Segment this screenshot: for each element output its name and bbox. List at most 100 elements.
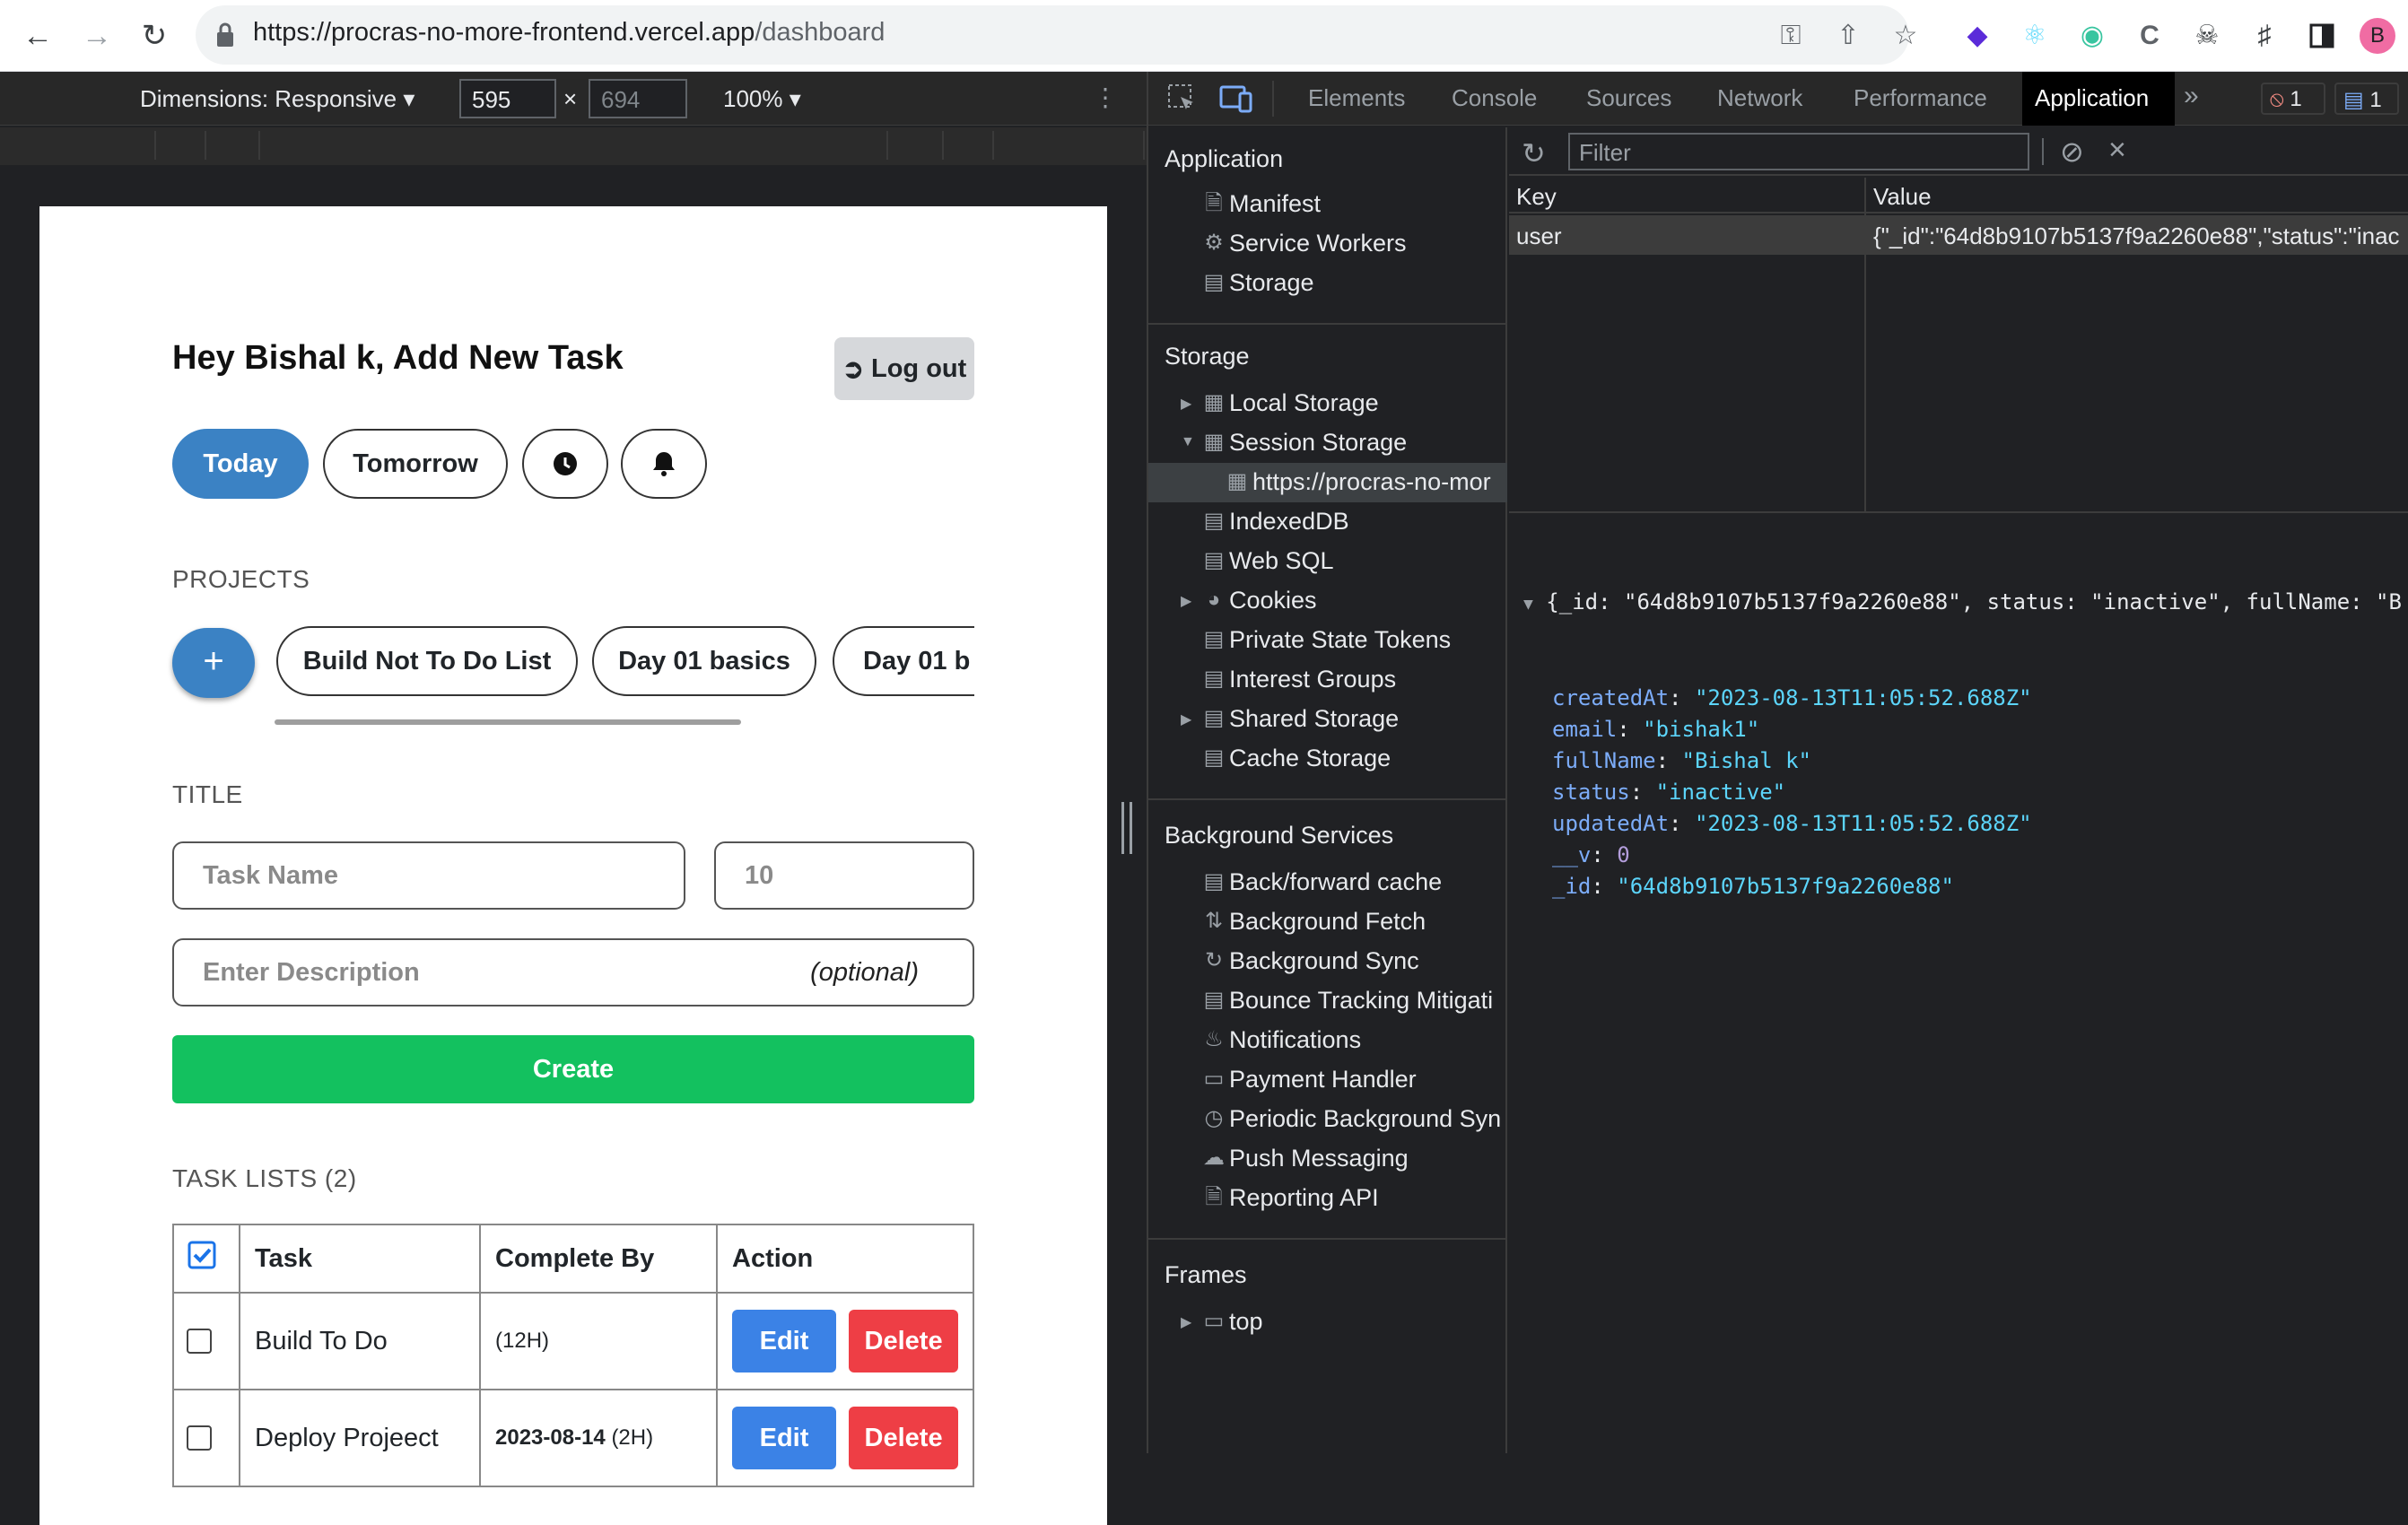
- extension-circle-icon[interactable]: ◉: [2072, 16, 2112, 56]
- sidebar-item-cookies[interactable]: Cookies: [1229, 587, 1507, 614]
- extension-c-icon[interactable]: C: [2130, 16, 2169, 56]
- clock-filter-button[interactable]: [522, 429, 608, 499]
- sidebar-item-frame-top[interactable]: top: [1229, 1308, 1507, 1336]
- bell-filter-button[interactable]: [621, 429, 707, 499]
- horizontal-scrollbar[interactable]: [275, 719, 741, 725]
- key-column-header[interactable]: Key: [1516, 183, 1557, 211]
- row-checkbox[interactable]: [187, 1329, 212, 1354]
- sidebar-item-indexeddb[interactable]: IndexedDB: [1229, 508, 1507, 536]
- forward-arrow-icon[interactable]: →: [74, 13, 120, 59]
- sidebar-item-web-sql[interactable]: Web SQL: [1229, 547, 1507, 575]
- sidebar-item-session-origin[interactable]: https://procras-no-mor: [1252, 468, 1507, 496]
- json-field-row[interactable]: updatedAt: "2023-08-13T11:05:52.688Z": [1523, 808, 2402, 840]
- delete-button[interactable]: Delete: [849, 1407, 959, 1469]
- refresh-icon[interactable]: ↻: [1522, 136, 1546, 170]
- react-devtools-icon[interactable]: ⚛: [2015, 16, 2055, 56]
- expand-arrow-icon[interactable]: ▶: [1181, 395, 1191, 413]
- puzzle-icon[interactable]: ♯: [2245, 16, 2284, 56]
- json-field-row[interactable]: status: "inactive": [1523, 777, 2402, 808]
- pane-resize-handle[interactable]: [1121, 802, 1132, 854]
- reload-icon[interactable]: ↻: [131, 13, 178, 59]
- sidebar-item-background-fetch[interactable]: Background Fetch: [1229, 908, 1507, 936]
- select-all-checkbox[interactable]: [187, 1240, 217, 1270]
- tomorrow-filter[interactable]: Tomorrow: [323, 429, 508, 499]
- sidebar-item-manifest[interactable]: Manifest: [1229, 190, 1507, 218]
- expand-arrow-icon[interactable]: ▶: [1181, 592, 1191, 610]
- collapse-arrow-icon[interactable]: ▼: [1523, 595, 1533, 614]
- key-icon[interactable]: ⚿: [1773, 18, 1809, 54]
- task-name-input[interactable]: Task Name: [172, 841, 685, 910]
- sidebar-item-bfcache[interactable]: Back/forward cache: [1229, 868, 1507, 896]
- extension-pirate-icon[interactable]: ☠: [2187, 16, 2227, 56]
- more-tabs-icon[interactable]: »: [2184, 81, 2199, 111]
- error-count-badge[interactable]: ⦸ 1: [2261, 83, 2325, 115]
- sidebar-item-cache-storage[interactable]: Cache Storage: [1229, 745, 1507, 772]
- json-field-row[interactable]: _id: "64d8b9107b5137f9a2260e88": [1523, 871, 2402, 902]
- sidebar-item-push-messaging[interactable]: Push Messaging: [1229, 1145, 1507, 1172]
- add-project-button[interactable]: +: [172, 628, 255, 698]
- row-checkbox[interactable]: [187, 1425, 212, 1451]
- json-field-row[interactable]: email: "bishak1": [1523, 714, 2402, 745]
- sidebar-item-interest-groups[interactable]: Interest Groups: [1229, 666, 1507, 693]
- json-field-row[interactable]: fullName: "Bishal k": [1523, 745, 2402, 777]
- profile-avatar[interactable]: B: [2360, 18, 2395, 54]
- expand-arrow-icon[interactable]: ▶: [1181, 710, 1191, 728]
- message-count-badge[interactable]: ▤ 1: [2334, 83, 2399, 115]
- expand-arrow-icon[interactable]: ▶: [1181, 1313, 1191, 1331]
- delete-selected-icon[interactable]: ×: [2108, 133, 2126, 168]
- share-icon[interactable]: ⇧: [1830, 18, 1866, 54]
- sidebar-item-payment-handler[interactable]: Payment Handler: [1229, 1066, 1507, 1094]
- sidebar-item-background-sync[interactable]: Background Sync: [1229, 947, 1507, 975]
- edit-button[interactable]: Edit: [732, 1407, 836, 1469]
- sidebar-item-notifications[interactable]: Notifications: [1229, 1026, 1507, 1054]
- sidebar-item-private-state-tokens[interactable]: Private State Tokens: [1229, 626, 1507, 654]
- device-height-input[interactable]: 694: [589, 79, 687, 118]
- tab-application[interactable]: Application: [2035, 84, 2149, 112]
- sidebar-item-bounce-tracking[interactable]: Bounce Tracking Mitigati: [1229, 987, 1507, 1015]
- project-chip[interactable]: Day 01 basics: [592, 626, 816, 696]
- tab-elements[interactable]: Elements: [1308, 84, 1405, 112]
- hours-input[interactable]: 10: [714, 841, 974, 910]
- device-toggle-icon[interactable]: [1218, 83, 1254, 115]
- url-text[interactable]: https://procras-no-more-frontend.vercel.…: [253, 18, 885, 48]
- collapse-arrow-icon[interactable]: ▼: [1181, 434, 1195, 450]
- tab-network[interactable]: Network: [1717, 84, 1802, 112]
- side-panel-icon[interactable]: [2302, 16, 2342, 56]
- json-summary-row[interactable]: ▼ {_id: "64d8b9107b5137f9a2260e88", stat…: [1523, 587, 2402, 620]
- json-field-row[interactable]: __v: 0: [1523, 840, 2402, 871]
- storage-key[interactable]: user: [1516, 222, 1562, 250]
- logout-button[interactable]: ➲ Log out: [834, 337, 974, 400]
- back-arrow-icon[interactable]: ←: [14, 13, 61, 59]
- value-column-header[interactable]: Value: [1873, 183, 1932, 211]
- delete-button[interactable]: Delete: [849, 1310, 959, 1372]
- json-field-row[interactable]: createdAt: "2023-08-13T11:05:52.688Z": [1523, 683, 2402, 714]
- sidebar-item-session-storage[interactable]: Session Storage: [1229, 429, 1507, 457]
- tab-performance[interactable]: Performance: [1854, 84, 1987, 112]
- media-query-ruler[interactable]: [0, 127, 1147, 165]
- project-chip[interactable]: Day 01 b: [833, 626, 974, 696]
- sidebar-item-periodic-sync[interactable]: Periodic Background Syn: [1229, 1105, 1507, 1133]
- sidebar-item-shared-storage[interactable]: Shared Storage: [1229, 705, 1507, 733]
- sidebar-item-local-storage[interactable]: Local Storage: [1229, 389, 1507, 417]
- extension-layers-icon[interactable]: ◆: [1958, 16, 1997, 56]
- device-width-input[interactable]: 595: [459, 79, 556, 118]
- sidebar-item-reporting-api[interactable]: Reporting API: [1229, 1184, 1507, 1212]
- dimensions-dropdown[interactable]: Dimensions: Responsive ▾: [140, 85, 414, 113]
- more-options-icon[interactable]: ⋮: [1093, 83, 1118, 112]
- zoom-dropdown[interactable]: 100% ▾: [723, 85, 801, 113]
- clear-all-icon[interactable]: ⊘: [2060, 135, 2084, 169]
- storage-value[interactable]: {"_id":"64d8b9107b5137f9a2260e88","statu…: [1873, 222, 2408, 250]
- description-input[interactable]: Enter Description (optional): [172, 938, 974, 1006]
- project-chip[interactable]: Build Not To Do List: [276, 626, 578, 696]
- today-filter[interactable]: Today: [172, 429, 309, 499]
- filter-input[interactable]: Filter: [1568, 133, 2029, 170]
- star-icon[interactable]: ☆: [1888, 18, 1924, 54]
- sidebar-item-storage[interactable]: Storage: [1229, 269, 1507, 297]
- lock-icon[interactable]: [215, 22, 235, 48]
- tab-sources[interactable]: Sources: [1586, 84, 1671, 112]
- tab-console[interactable]: Console: [1452, 84, 1537, 112]
- inspect-element-icon[interactable]: [1166, 83, 1199, 115]
- edit-button[interactable]: Edit: [732, 1310, 836, 1372]
- sidebar-item-service-workers[interactable]: Service Workers: [1229, 230, 1507, 257]
- create-button[interactable]: Create: [172, 1035, 974, 1103]
